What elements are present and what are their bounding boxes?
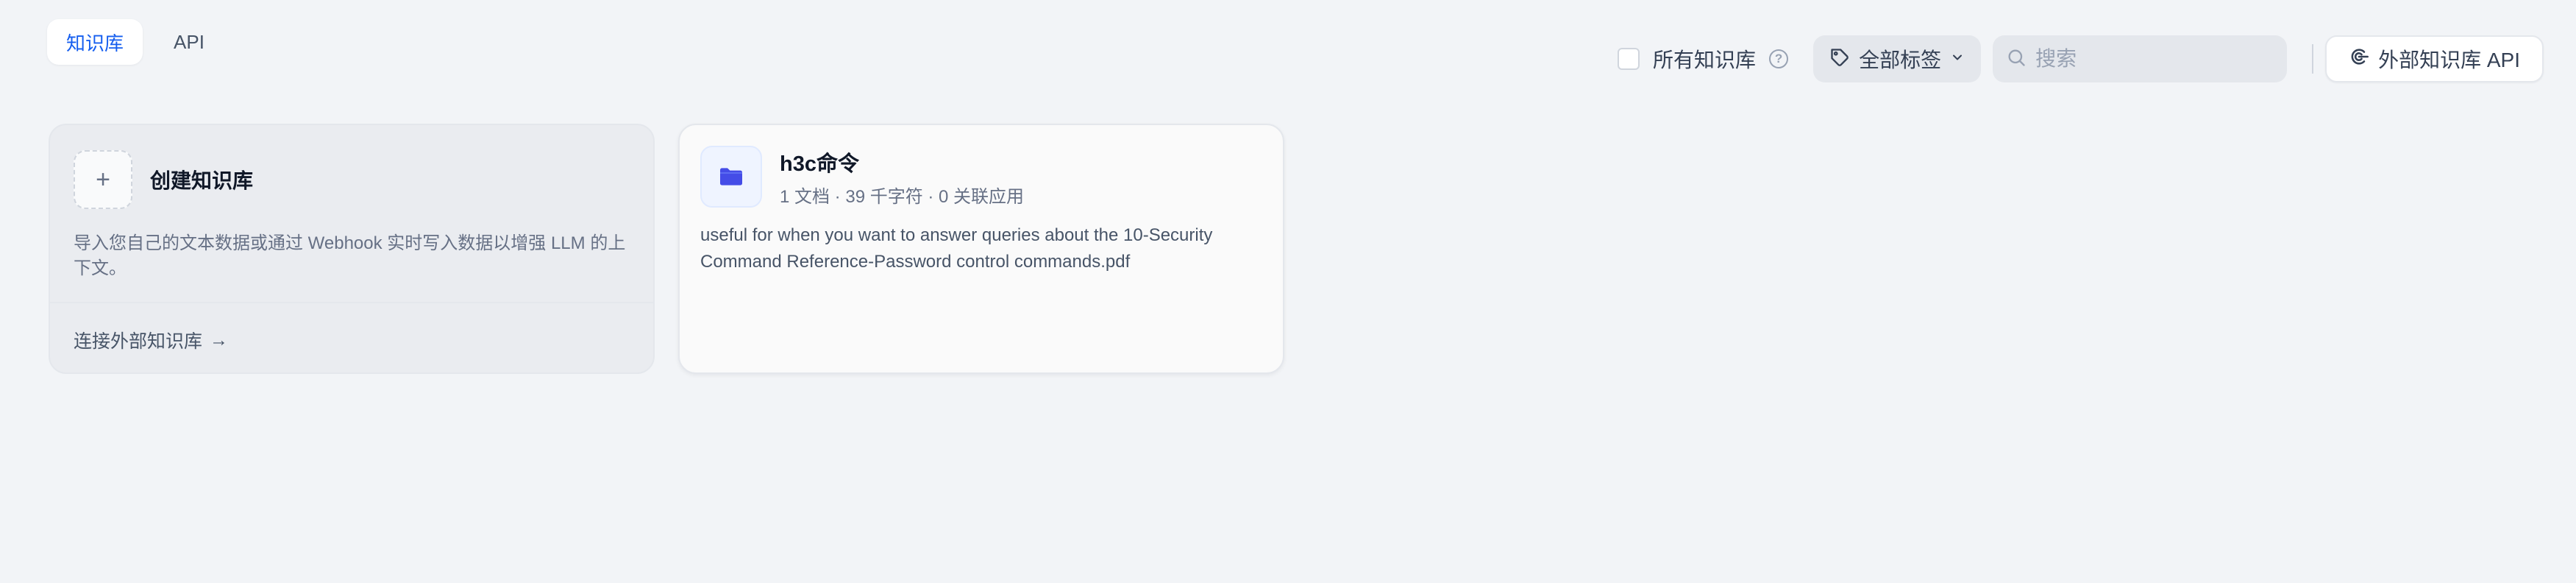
plus-icon: + xyxy=(74,150,132,209)
connect-external-kb-label: 连接外部知识库 xyxy=(74,331,203,352)
search-icon xyxy=(2006,47,2027,71)
search-box[interactable] xyxy=(1993,35,2288,82)
external-kb-api-button[interactable]: 外部知识库 API xyxy=(2325,35,2544,82)
tab-knowledge[interactable]: 知识库 xyxy=(47,19,143,65)
all-kb-label: 所有知识库 xyxy=(1653,49,1757,71)
arrow-right-icon: → xyxy=(210,329,229,350)
kb-meta: 1 文档 · 39 千字符 · 0 关联应用 xyxy=(780,186,1025,207)
tab-api[interactable]: API xyxy=(154,19,224,65)
create-knowledge-button[interactable]: + 创建知识库 xyxy=(74,150,253,209)
tag-icon xyxy=(1829,47,1850,71)
knowledge-page: 知识库 API 所有知识库 ? 全部标签 搜索 外部知识库 API + 创建知识… xyxy=(0,0,2576,583)
kb-card-header: h3c命令 1 文档 · 39 千字符 · 0 关联应用 xyxy=(700,146,1024,208)
create-knowledge-description: 导入您自己的文本数据或通过 Webhook 实时写入数据以增强 LLM 的上下文… xyxy=(74,233,626,278)
folder-icon xyxy=(700,146,762,208)
knowledge-base-card[interactable]: h3c命令 1 文档 · 39 千字符 · 0 关联应用 useful for … xyxy=(678,124,1284,374)
kb-card-text: h3c命令 1 文档 · 39 千字符 · 0 关联应用 xyxy=(780,146,1024,208)
card-divider xyxy=(50,302,653,303)
api-connection-icon xyxy=(2349,46,2369,72)
chevron-down-icon xyxy=(1950,50,1965,68)
create-knowledge-title: 创建知识库 xyxy=(150,169,254,192)
kb-name: h3c命令 xyxy=(780,152,859,176)
create-knowledge-card: + 创建知识库 导入您自己的文本数据或通过 Webhook 实时写入数据以增强 … xyxy=(49,124,655,374)
tag-filter-dropdown[interactable]: 全部标签 xyxy=(1813,35,1982,82)
toolbar: 所有知识库 ? 全部标签 搜索 外部知识库 API xyxy=(1618,35,2544,82)
toolbar-divider xyxy=(2312,44,2314,74)
tag-filter-label: 全部标签 xyxy=(1859,49,1942,71)
all-kb-checkbox[interactable] xyxy=(1618,48,1640,70)
help-circle-icon[interactable]: ? xyxy=(1769,49,1789,68)
connect-external-kb-link[interactable]: 连接外部知识库 → xyxy=(74,327,228,353)
external-kb-api-label: 外部知识库 API xyxy=(2378,49,2520,71)
search-input[interactable] xyxy=(2035,47,2271,71)
all-kb-toggle[interactable]: 所有知识库 ? xyxy=(1618,44,1789,74)
top-tabs: 知识库 API xyxy=(47,19,224,65)
kb-description: useful for when you want to answer queri… xyxy=(700,225,1213,272)
